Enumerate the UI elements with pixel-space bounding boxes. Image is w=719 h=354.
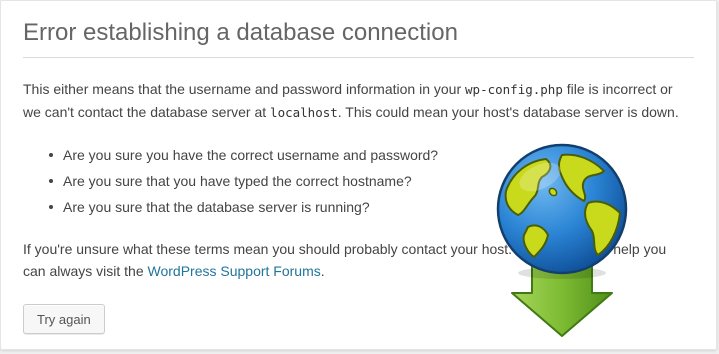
troubleshooting-list: Are you sure you have the correct userna… [23, 142, 694, 220]
help-text: If you're unsure what these terms mean y… [23, 238, 688, 282]
list-item: Are you sure that you have typed the cor… [49, 168, 694, 194]
list-item: Are you sure you have the correct userna… [49, 142, 694, 168]
config-filename: wp-config.php [465, 82, 563, 97]
outro-text-2: . [320, 263, 325, 279]
try-again-button[interactable]: Try again [23, 304, 105, 334]
list-item: Are you sure that the database server is… [49, 194, 694, 220]
support-forums-link[interactable]: WordPress Support Forums [148, 263, 321, 279]
error-description: This either means that the username and … [23, 78, 688, 124]
error-panel: Error establishing a database connection… [0, 0, 717, 350]
page-title: Error establishing a database connection [23, 1, 694, 58]
database-host: localhost [270, 105, 338, 120]
intro-text-1: This either means that the username and … [23, 81, 466, 97]
outro-text-1: If you're unsure what these terms mean y… [23, 241, 667, 279]
intro-text-3: . This could mean your host's database s… [337, 104, 679, 120]
